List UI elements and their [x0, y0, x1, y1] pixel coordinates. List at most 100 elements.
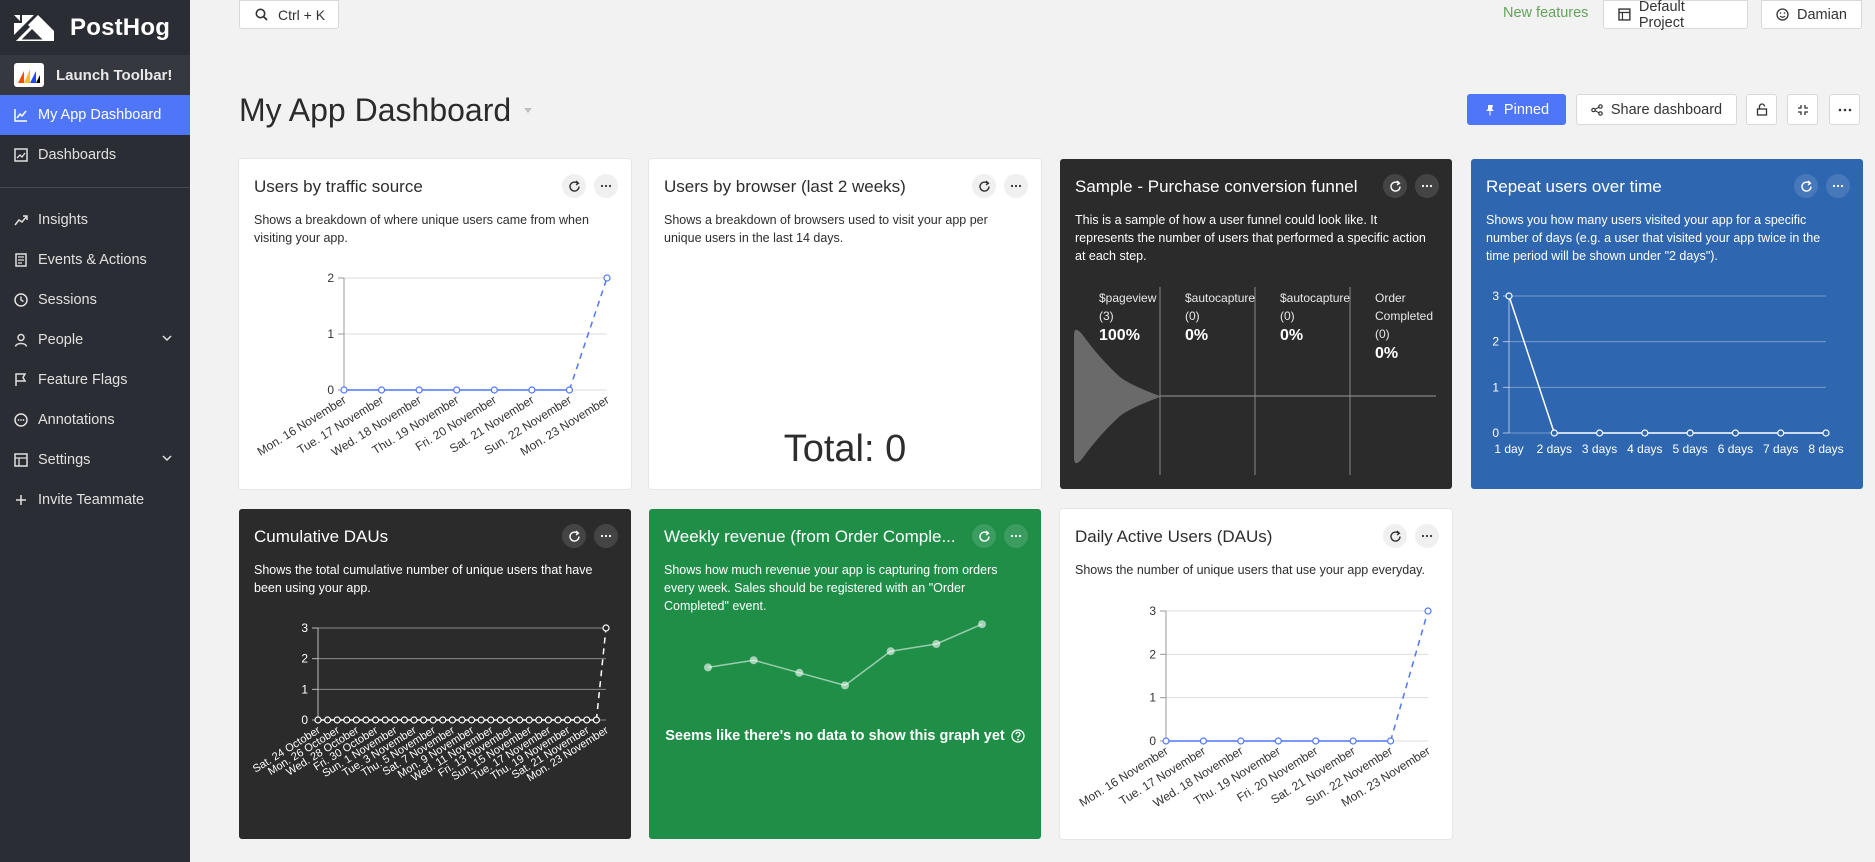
card-cumulative-daus: Cumulative DAUs Shows the total cumulati…: [239, 509, 631, 839]
lock-button[interactable]: [1746, 94, 1777, 125]
data-point: [535, 716, 543, 724]
sidebar-item-dashboards[interactable]: Dashboards: [0, 135, 190, 175]
data-point: [1386, 737, 1395, 745]
sidebar-item-annotations[interactable]: Annotations: [0, 400, 190, 440]
y-tick-label: 1: [301, 682, 308, 696]
new-features-link[interactable]: New features: [1503, 5, 1588, 21]
plus-icon: [16, 495, 26, 505]
cumulative-line-chart: 0123Sat. 24 OctoberMon. 26 OctoberWed. 2…: [251, 621, 611, 784]
refresh-button[interactable]: [972, 174, 996, 198]
project-switcher-button[interactable]: Default Project: [1603, 0, 1748, 31]
help-icon[interactable]: [1011, 729, 1025, 743]
traffic-line-chart: 012Mon. 16 NovemberTue. 17 NovemberWed. …: [255, 271, 612, 459]
data-point: [1777, 429, 1785, 437]
share-icon: [1591, 103, 1603, 116]
data-point: [528, 386, 536, 394]
search-button[interactable]: Ctrl + K: [239, 0, 339, 29]
pinned-button[interactable]: Pinned: [1467, 94, 1566, 125]
user-name: Damian: [1797, 6, 1847, 23]
y-tick-label: 0: [1492, 426, 1499, 440]
y-tick-label: 1: [1492, 380, 1499, 394]
sidebar-item-my-app-dashboard[interactable]: My App Dashboard: [0, 95, 190, 135]
card-more-button[interactable]: [1004, 174, 1028, 198]
card-weekly-revenue: Weekly revenue (from Order Comple... Sho…: [649, 509, 1041, 839]
dashboard-more-button[interactable]: [1829, 94, 1860, 125]
revenue-placeholder-chart: [704, 620, 986, 690]
dashboard-title[interactable]: My App Dashboard: [239, 92, 533, 129]
data-point: [554, 716, 562, 724]
x-tick-label: 2 days: [1537, 442, 1572, 456]
data-point: [573, 716, 581, 724]
sidebar-item-people[interactable]: People: [0, 320, 190, 360]
series-line: [844, 650, 892, 687]
search-shortcut-label: Ctrl + K: [278, 6, 326, 23]
user-menu-button[interactable]: Damian: [1761, 0, 1862, 29]
y-tick-label: 2: [301, 652, 308, 666]
series-line-dashed: [1389, 610, 1429, 742]
data-point: [516, 716, 524, 724]
x-tick-label: 8 days: [1808, 442, 1843, 456]
posthog-logo-icon: [14, 14, 54, 41]
logo[interactable]: PostHog: [0, 0, 190, 55]
trend-icon: [14, 215, 28, 226]
browser-total: Total: 0: [783, 428, 907, 470]
card-title: Users by browser (last 2 weeks): [664, 177, 906, 196]
x-tick-label: 6 days: [1718, 442, 1753, 456]
sidebar-item-insights[interactable]: Insights: [0, 200, 190, 240]
repeat-users-line-chart: 0 1 2 3 1 day 2 days 3 days 4 days 5 days 6 days 7…: [1492, 289, 1843, 456]
data-point: [602, 624, 610, 632]
share-dashboard-button[interactable]: Share dashboard: [1576, 94, 1737, 125]
project-name: Default Project: [1638, 0, 1685, 31]
x-tick-label: 1 day: [1494, 442, 1523, 456]
funnel-step: $pageview (3) 100%: [1099, 289, 1161, 345]
data-point: [362, 716, 370, 724]
sidebar-item-sessions[interactable]: Sessions: [0, 280, 190, 320]
list-icon: [15, 253, 27, 267]
y-tick-label: 1: [327, 327, 334, 341]
data-point: [564, 716, 572, 724]
sidebar-item-feature-flags[interactable]: Feature Flags: [0, 360, 190, 400]
data-point: [391, 716, 399, 724]
launch-toolbar-button[interactable]: Launch Toolbar!: [0, 55, 190, 95]
card-daily-active-users: Daily Active Users (DAUs) Shows the numb…: [1060, 509, 1452, 839]
card-description: Shows a breakdown of browsers used to vi…: [664, 213, 988, 245]
sidebar-item-label: My App Dashboard: [38, 107, 162, 123]
funnel-shape: [1074, 329, 1160, 464]
caret-down-icon[interactable]: [523, 107, 533, 115]
funnel-step-name: $autocapture: [1185, 291, 1256, 305]
funnel-step-name: Order Completed: [1375, 291, 1434, 323]
series-line: [753, 659, 800, 674]
data-point: [458, 716, 466, 724]
sidebar-item-label: Settings: [38, 452, 91, 468]
data-point: [1686, 429, 1694, 437]
launch-toolbar-label: Launch Toolbar!: [56, 66, 173, 84]
data-point: [704, 663, 712, 672]
chevron-down-icon: [162, 455, 172, 462]
funnel-step-percent: 0%: [1185, 327, 1209, 344]
comment-icon: [14, 413, 28, 427]
fullscreen-icon: [1797, 104, 1808, 115]
data-point: [1550, 429, 1558, 437]
funnel-step-name: $autocapture: [1280, 291, 1351, 305]
unlock-icon: [1756, 103, 1767, 116]
sidebar-item-events-actions[interactable]: Events & Actions: [0, 240, 190, 280]
dashboard-icon: [14, 148, 28, 162]
sidebar-item-settings[interactable]: Settings: [0, 440, 190, 480]
data-point: [415, 386, 423, 394]
data-point: [841, 681, 849, 690]
line-chart-icon: [14, 109, 27, 122]
data-point: [377, 386, 386, 394]
y-tick-label: 3: [301, 621, 308, 635]
fullscreen-button[interactable]: [1787, 94, 1818, 125]
data-point: [314, 716, 322, 724]
data-point: [487, 716, 495, 724]
sidebar: PostHog Launch Toolbar! My App Dashboard…: [0, 0, 190, 862]
data-point: [592, 716, 600, 724]
data-point: [333, 716, 341, 724]
no-data-text: Seems like there's no data to show this …: [665, 728, 1005, 744]
flag-icon: [15, 373, 27, 386]
card-traffic-source: Users by traffic source Shows a breakdow…: [239, 159, 631, 489]
data-point: [448, 716, 456, 724]
data-point: [544, 716, 552, 724]
sidebar-item-invite-teammate[interactable]: Invite Teammate: [0, 480, 190, 520]
